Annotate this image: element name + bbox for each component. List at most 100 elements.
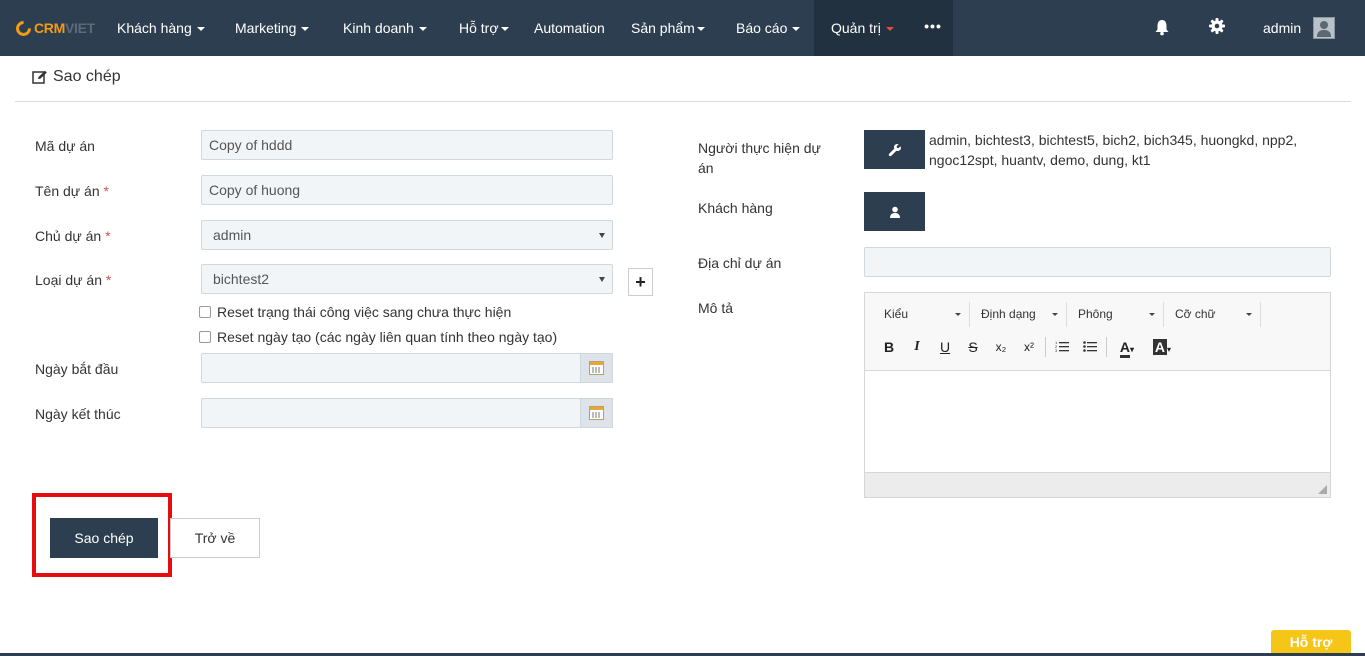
font-dropdown-label: Phông [1078,307,1113,321]
edit-icon [32,70,47,84]
underline-button[interactable]: U [933,336,957,358]
wrench-icon [888,143,901,156]
logo-text-viet: VIET [64,20,95,36]
assignees-label: Người thực hiện dự án [698,140,821,176]
user-icon [889,206,900,218]
bold-button[interactable]: B [877,336,901,358]
text-color-button[interactable]: A▾ [1111,336,1143,358]
end-date-input[interactable] [201,398,581,428]
app-logo[interactable]: CRM VIET [12,17,95,39]
calendar-icon [589,406,604,420]
project-code-input[interactable] [201,130,613,160]
styles-dropdown[interactable]: Kiểu [874,302,970,327]
numbered-list-icon: 1 2 3 [1055,340,1069,353]
reset-status-checkbox-row[interactable]: Reset trạng thái công việc sang chưa thự… [199,304,511,320]
project-type-label: Loại dự án * [35,272,111,288]
page-title-text: Sao chép [53,68,121,85]
nav-admin-label: Quản trị [831,20,881,36]
reset-date-label: Reset ngày tạo (các ngày liên quan tính … [217,329,558,345]
nav-support[interactable]: Hỗ trợ [459,0,509,56]
project-name-input[interactable] [201,175,613,205]
chevron-down-icon [196,27,205,32]
nav-automation-label: Automation [534,20,605,36]
owner-select[interactable]: admin [201,220,613,250]
font-size-dropdown[interactable]: Cỡ chữ [1165,302,1261,327]
nav-reports[interactable]: Báo cáo [736,0,801,56]
editor-toolbar: Kiểu Định dạng Phông Cỡ chữ B I U S x₂ x… [865,293,1330,371]
top-navbar: CRM VIET Khách hàng Marketing Kinh doanh… [0,0,1365,56]
avatar[interactable] [1313,17,1335,39]
dropdown-arrow-icon [1246,313,1252,316]
nav-customers[interactable]: Khách hàng [117,0,205,56]
nav-marketing[interactable]: Marketing [235,0,310,56]
chevron-down-icon [418,27,427,32]
end-date-label: Ngày kết thúc [35,406,121,422]
nav-admin[interactable]: Quản trị [814,0,913,56]
address-label: Địa chỉ dự án [698,255,782,271]
nav-sales-label: Kinh doanh [343,20,414,36]
logo-mark-icon [12,17,35,39]
nav-sales[interactable]: Kinh doanh [343,0,427,56]
nav-products[interactable]: Sản phẩm [631,0,705,56]
reset-date-checkbox-row[interactable]: Reset ngày tạo (các ngày liên quan tính … [199,329,557,345]
required-marker: * [105,272,112,288]
nav-more-button[interactable]: ••• [913,0,953,56]
reset-date-checkbox[interactable] [199,331,211,343]
chevron-down-icon [885,27,894,32]
project-type-select[interactable]: bichtest2 [201,264,613,294]
editor-content-area[interactable] [865,371,1330,472]
chevron-down-icon [696,27,705,32]
page-title: Sao chép [32,68,121,86]
user-name[interactable]: admin [1263,0,1301,56]
chevron-down-icon [301,27,310,32]
bell-icon[interactable] [1153,18,1171,36]
subscript-button[interactable]: x₂ [989,336,1013,358]
owner-select-value: admin [213,227,252,243]
required-marker: * [103,183,109,199]
format-dropdown[interactable]: Định dạng [971,302,1067,327]
end-date-picker-button[interactable] [580,398,613,428]
assignees-list: admin, bichtest3, bichtest5, bich2, bich… [929,132,1298,168]
reset-status-checkbox[interactable] [199,306,211,318]
nav-products-label: Sản phẩm [631,20,695,36]
toolbar-separator [1045,337,1046,357]
reset-status-label: Reset trạng thái công việc sang chưa thự… [217,304,512,320]
resize-handle-icon[interactable] [1318,485,1327,494]
font-size-dropdown-label: Cỡ chữ [1175,307,1216,321]
logo-text-crm: CRM [34,20,65,36]
start-date-input[interactable] [201,353,581,383]
project-name-label-text: Tên dự án [35,183,100,199]
project-type-select-value: bichtest2 [213,271,270,287]
start-date-label: Ngày bắt đầu [35,361,119,377]
svg-text:3: 3 [1055,348,1058,352]
gear-icon[interactable] [1208,17,1226,35]
select-customer-button[interactable] [864,192,925,231]
chevron-down-icon [792,27,801,32]
owner-label-text: Chủ dự án [35,228,102,244]
strikethrough-button[interactable]: S [961,336,985,358]
header-divider [15,101,1351,102]
description-label: Mô tả [698,300,734,316]
add-project-type-button[interactable]: + [628,268,653,296]
select-assignees-button[interactable] [864,130,925,169]
nav-automation[interactable]: Automation [534,0,605,56]
styles-dropdown-label: Kiểu [884,307,909,321]
customer-label: Khách hàng [698,200,773,216]
font-dropdown[interactable]: Phông [1068,302,1164,327]
owner-label: Chủ dự án * [35,228,111,244]
address-input[interactable] [864,247,1331,277]
chevron-down-icon: ▾ [1130,345,1135,354]
bulleted-list-icon [1083,341,1097,352]
back-button[interactable]: Trở về [170,518,260,558]
superscript-button[interactable]: x² [1017,336,1041,358]
italic-button[interactable]: I [905,336,929,358]
copy-button[interactable]: Sao chép [50,518,158,558]
project-code-label: Mã dự án [35,138,95,154]
bulleted-list-button[interactable] [1078,336,1102,358]
bg-color-button[interactable]: A ▾ [1146,336,1178,358]
text-color-icon: A [1119,339,1131,358]
description-editor: Kiểu Định dạng Phông Cỡ chữ B I U S x₂ x… [864,292,1331,498]
numbered-list-button[interactable]: 1 2 3 [1050,336,1074,358]
start-date-picker-button[interactable] [580,353,613,383]
editor-status-bar [865,472,1330,497]
